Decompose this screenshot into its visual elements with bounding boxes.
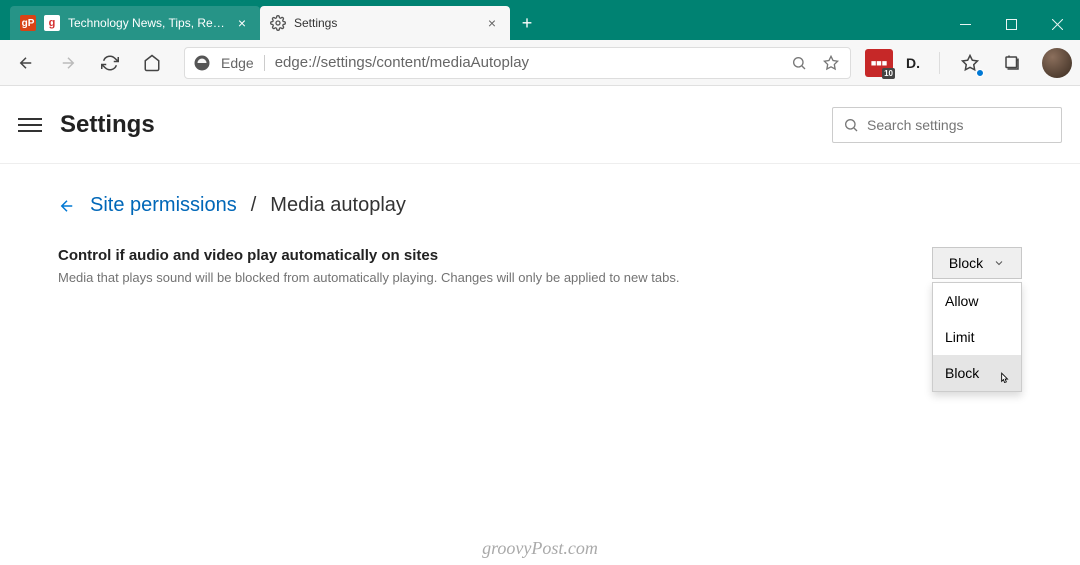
- edge-logo-icon: [193, 54, 211, 72]
- favicon-gp-icon: gP: [20, 15, 36, 31]
- close-tab-icon[interactable]: ×: [234, 15, 250, 31]
- dropdown-value: Block: [949, 255, 983, 271]
- address-bar[interactable]: Edge edge://settings/content/mediaAutopl…: [184, 47, 851, 79]
- breadcrumb-separator: /: [251, 194, 257, 217]
- breadcrumb-back-icon[interactable]: [58, 197, 76, 215]
- favorites-button[interactable]: [952, 45, 988, 81]
- gear-icon: [270, 15, 286, 31]
- breadcrumb: Site permissions / Media autoplay: [58, 194, 1022, 217]
- tab-title: Technology News, Tips, Reviews,: [68, 16, 226, 30]
- setting-title: Control if audio and video play automati…: [58, 247, 932, 264]
- settings-content: Site permissions / Media autoplay Contro…: [0, 164, 1080, 315]
- autoplay-dropdown-button[interactable]: Block: [932, 247, 1022, 279]
- extension-d-icon[interactable]: D.: [899, 49, 927, 77]
- breadcrumb-current: Media autoplay: [270, 194, 406, 217]
- window-close-button[interactable]: [1034, 8, 1080, 40]
- dropdown-option-limit[interactable]: Limit: [933, 319, 1021, 355]
- nav-home-button[interactable]: [134, 45, 170, 81]
- toolbar-divider: [939, 52, 940, 74]
- settings-header: Settings: [0, 86, 1080, 164]
- extension-badge: 10: [882, 68, 895, 79]
- window-titlebar: gP g Technology News, Tips, Reviews, × S…: [0, 0, 1080, 40]
- window-controls: [942, 8, 1080, 40]
- address-label: Edge: [221, 55, 265, 71]
- setting-row-autoplay: Control if audio and video play automati…: [58, 247, 1022, 285]
- window-minimize-button[interactable]: [942, 8, 988, 40]
- search-settings-input[interactable]: [867, 117, 1051, 133]
- search-settings-box[interactable]: [832, 107, 1062, 143]
- breadcrumb-parent-link[interactable]: Site permissions: [90, 194, 237, 217]
- zoom-icon[interactable]: [788, 52, 810, 74]
- dropdown-option-allow[interactable]: Allow: [933, 283, 1021, 319]
- browser-toolbar: Edge edge://settings/content/mediaAutopl…: [0, 40, 1080, 86]
- setting-description: Media that plays sound will be blocked f…: [58, 270, 932, 285]
- favicon-g-icon: g: [44, 15, 60, 31]
- nav-forward-button[interactable]: [50, 45, 86, 81]
- cursor-pointer-icon: [997, 371, 1011, 387]
- address-url: edge://settings/content/mediaAutoplay: [275, 54, 778, 71]
- window-maximize-button[interactable]: [988, 8, 1034, 40]
- tab-title: Settings: [294, 16, 476, 30]
- collections-button[interactable]: [994, 45, 1030, 81]
- browser-tab-active[interactable]: Settings ×: [260, 6, 510, 40]
- nav-refresh-button[interactable]: [92, 45, 128, 81]
- extension-lastpass-icon[interactable]: ■■■ 10: [865, 49, 893, 77]
- chevron-down-icon: [993, 257, 1005, 269]
- nav-back-button[interactable]: [8, 45, 44, 81]
- close-tab-icon[interactable]: ×: [484, 15, 500, 31]
- search-icon: [843, 117, 859, 133]
- menu-hamburger-icon[interactable]: [18, 113, 42, 137]
- watermark-text: groovyPost.com: [482, 538, 598, 559]
- profile-avatar[interactable]: [1042, 48, 1072, 78]
- page-title: Settings: [60, 111, 155, 139]
- browser-tab-inactive[interactable]: gP g Technology News, Tips, Reviews, ×: [10, 6, 260, 40]
- dropdown-option-block[interactable]: Block: [933, 355, 1021, 391]
- autoplay-dropdown-menu: Allow Limit Block: [932, 282, 1022, 392]
- favorite-star-icon[interactable]: [820, 52, 842, 74]
- new-tab-button[interactable]: +: [510, 6, 544, 40]
